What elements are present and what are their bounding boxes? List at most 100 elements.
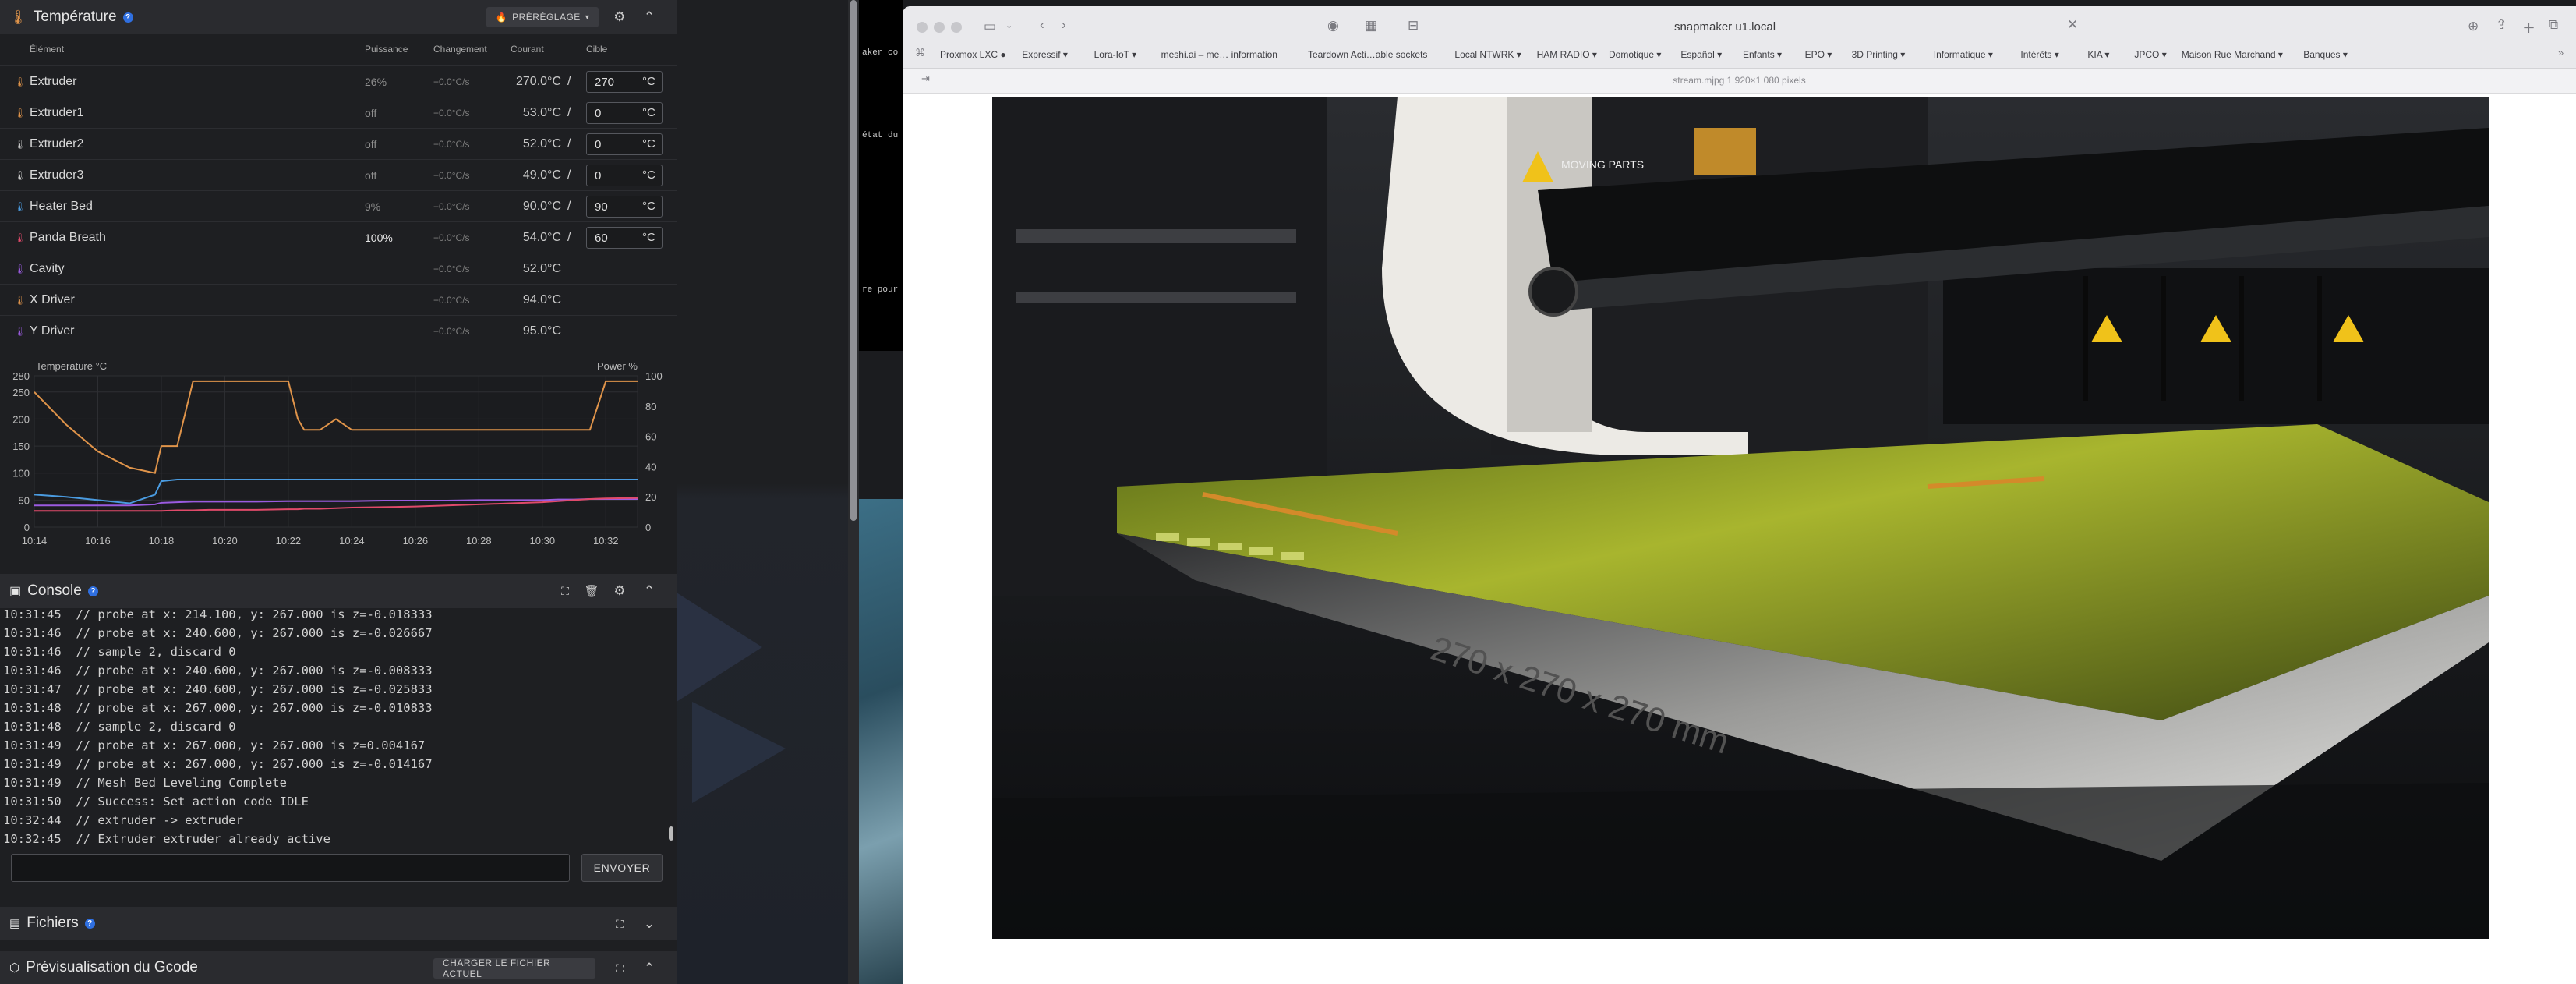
bookmark-item[interactable]: Domotique ▾ [1609,49,1661,60]
new-tab-icon[interactable]: ＋ [2522,17,2535,37]
thermometer-icon: 🌡 [14,232,27,243]
console-line: 10:32:44 // extruder -> extruder [3,813,243,827]
sensor-power: off [365,168,377,182]
sensor-change: +0.0°C/s [433,107,470,119]
bookmark-item[interactable]: Español ▾ [1680,49,1722,60]
y-tick-label: 150 [12,441,30,452]
more-bookmarks-icon[interactable]: » [2558,47,2564,58]
bookmark-item[interactable]: KIA ▾ [2087,49,2109,60]
sensor-name: Extruder1 [30,105,84,119]
chevron-up-icon[interactable]: ⌃ [638,7,661,27]
bookmark-item[interactable]: Maison Rue Marchand ▾ [2182,49,2283,60]
chevron-down-icon[interactable]: ⌄ [1005,20,1012,30]
x-tick-label: 10:30 [530,535,556,547]
target-input[interactable]: 0 °C [586,165,663,186]
temperature-header: 🌡 Température ? 🔥 PRÉRÉGLAGE ▾ ⚙ ⌃ [0,0,677,34]
close-window-button[interactable] [917,22,928,33]
x-tick-label: 10:24 [339,535,365,547]
bookmark-item[interactable]: Banques ▾ [2303,49,2348,60]
split-divider[interactable] [848,0,859,984]
zoom-window-button[interactable] [951,22,962,33]
sidebar-icon[interactable]: ▭ [984,19,996,34]
console-output[interactable]: 10:31:45 // probe at x: 214.100, y: 267.… [0,605,677,847]
target-input[interactable]: 0 °C [586,102,663,124]
desktop-wallpaper [859,499,903,984]
back-icon[interactable]: ‹ [1040,17,1044,33]
bookmark-item[interactable]: Lora-IoT ▾ [1094,49,1137,60]
gear-icon[interactable]: ⚙ [608,581,631,601]
terminal-window[interactable]: aker co état du re pour [859,0,903,351]
sensor-name: Cavity [30,261,65,275]
console-scrollbar[interactable] [669,826,673,841]
target-input[interactable]: 0 °C [586,133,663,155]
bookmark-item[interactable]: Enfants ▾ [1743,49,1782,60]
target-input[interactable]: 60 °C [586,227,663,249]
gcode-header[interactable]: ⬡ Prévisualisation du Gcode CHARGER LE F… [0,951,677,984]
scrollbar-thumb[interactable] [850,0,857,521]
bookmark-item[interactable]: JPCO ▾ [2134,49,2166,60]
bookmark-item[interactable]: Teardown Acti…able sockets [1308,49,1427,60]
target-input[interactable]: 90 °C [586,196,663,218]
share-icon[interactable]: ⇪ [2496,17,2507,33]
minimize-window-button[interactable] [934,22,945,33]
y-tick-label: 50 [19,494,30,506]
sensor-row: 🌡 Cavity +0.0°C/s 52.0°C [0,253,677,284]
chevron-down-icon[interactable]: ⌄ [638,914,661,934]
files-header[interactable]: ▤ Fichiers ? ⛶ ⌄ [0,907,677,940]
extension-icon[interactable]: ◉ [1327,18,1339,34]
expand-icon[interactable]: ⛶ [555,581,575,601]
x-tick-label: 10:32 [593,535,619,547]
expand-icon[interactable]: ⛶ [608,958,631,979]
bookmark-item[interactable]: Local NTWRK ▾ [1454,49,1521,60]
help-icon[interactable]: ? [87,586,98,596]
page-menu-icon[interactable]: ⊟ [1408,18,1419,34]
bookmark-item[interactable]: EPO ▾ [1805,49,1832,60]
command-input[interactable] [11,854,570,882]
x-tick-label: 10:20 [212,535,238,547]
thermometer-icon: 🌡 [9,9,27,25]
terminal-text: aker co [862,48,899,58]
bookmark-item[interactable]: 3D Printing ▾ [1852,49,1906,60]
chevron-up-icon[interactable]: ⌃ [638,958,661,979]
preset-button[interactable]: 🔥 PRÉRÉGLAGE ▾ [486,7,599,27]
address-bar[interactable]: snapmaker u1.local [1526,17,1924,37]
bookmark-item[interactable]: meshi.ai – me… information [1161,49,1277,60]
help-icon[interactable]: ? [84,918,95,929]
help-icon[interactable]: ? [122,12,133,23]
download-icon[interactable]: ⊕ [2468,19,2479,34]
trash-icon[interactable]: 🗑 [581,581,602,601]
temperature-chart: 0 50 100 150 200 250 280 0 20 40 60 80 100 10:14 10:16… [12,360,662,547]
x-tick-label: 10:16 [85,535,111,547]
target-unit: °C [634,165,655,186]
console-header: ▣ Console ? ⛶ 🗑 ⚙ ⌃ [0,574,677,608]
plot-area [34,375,638,528]
reading-list-icon[interactable]: ⌘ [915,47,925,59]
console-line: 10:31:50 // Success: Set action code IDL… [3,795,309,809]
target-value: 0 [595,137,602,151]
sensor-current: 54.0°C [522,230,561,244]
load-current-file-button[interactable]: CHARGER LE FICHIER ACTUEL [433,957,595,979]
temperature-title: Température [33,9,117,25]
target-unit: °C [634,196,655,217]
bookmark-item[interactable]: Intérêts ▾ [2020,49,2058,60]
reader-icon[interactable]: ▦ [1365,18,1377,34]
bookmark-item[interactable]: Informatique ▾ [1934,49,1993,60]
forward-icon[interactable]: › [1062,17,1066,33]
sensor-current: 270.0°C [516,74,561,88]
bookmark-item[interactable]: Expressif ▾ [1022,49,1068,60]
bookmark-item[interactable]: HAM RADIO ▾ [1537,49,1597,60]
target-input[interactable]: 270 °C [586,71,663,93]
chevron-up-icon[interactable]: ⌃ [638,581,661,601]
col-change: Changement [433,44,487,55]
bookmark-item[interactable]: Proxmox LXC ● [940,49,1006,60]
target-value: 0 [595,168,602,182]
sensor-row: 🌡 Extruder2 off +0.0°C/s 52.0°C / 0 °C [0,128,677,159]
sensor-row: 🌡 Extruder1 off +0.0°C/s 53.0°C / 0 °C [0,97,677,128]
y-tick-label: 280 [12,370,30,382]
tabs-overview-icon[interactable]: ⧉ [2549,17,2558,33]
gear-icon[interactable]: ⚙ [608,7,631,27]
send-button[interactable]: ENVOYER [581,854,663,882]
close-icon[interactable]: ✕ [2067,17,2078,33]
console-line: 10:31:48 // probe at x: 267.000, y: 267.… [3,701,433,715]
expand-icon[interactable]: ⛶ [608,914,631,934]
